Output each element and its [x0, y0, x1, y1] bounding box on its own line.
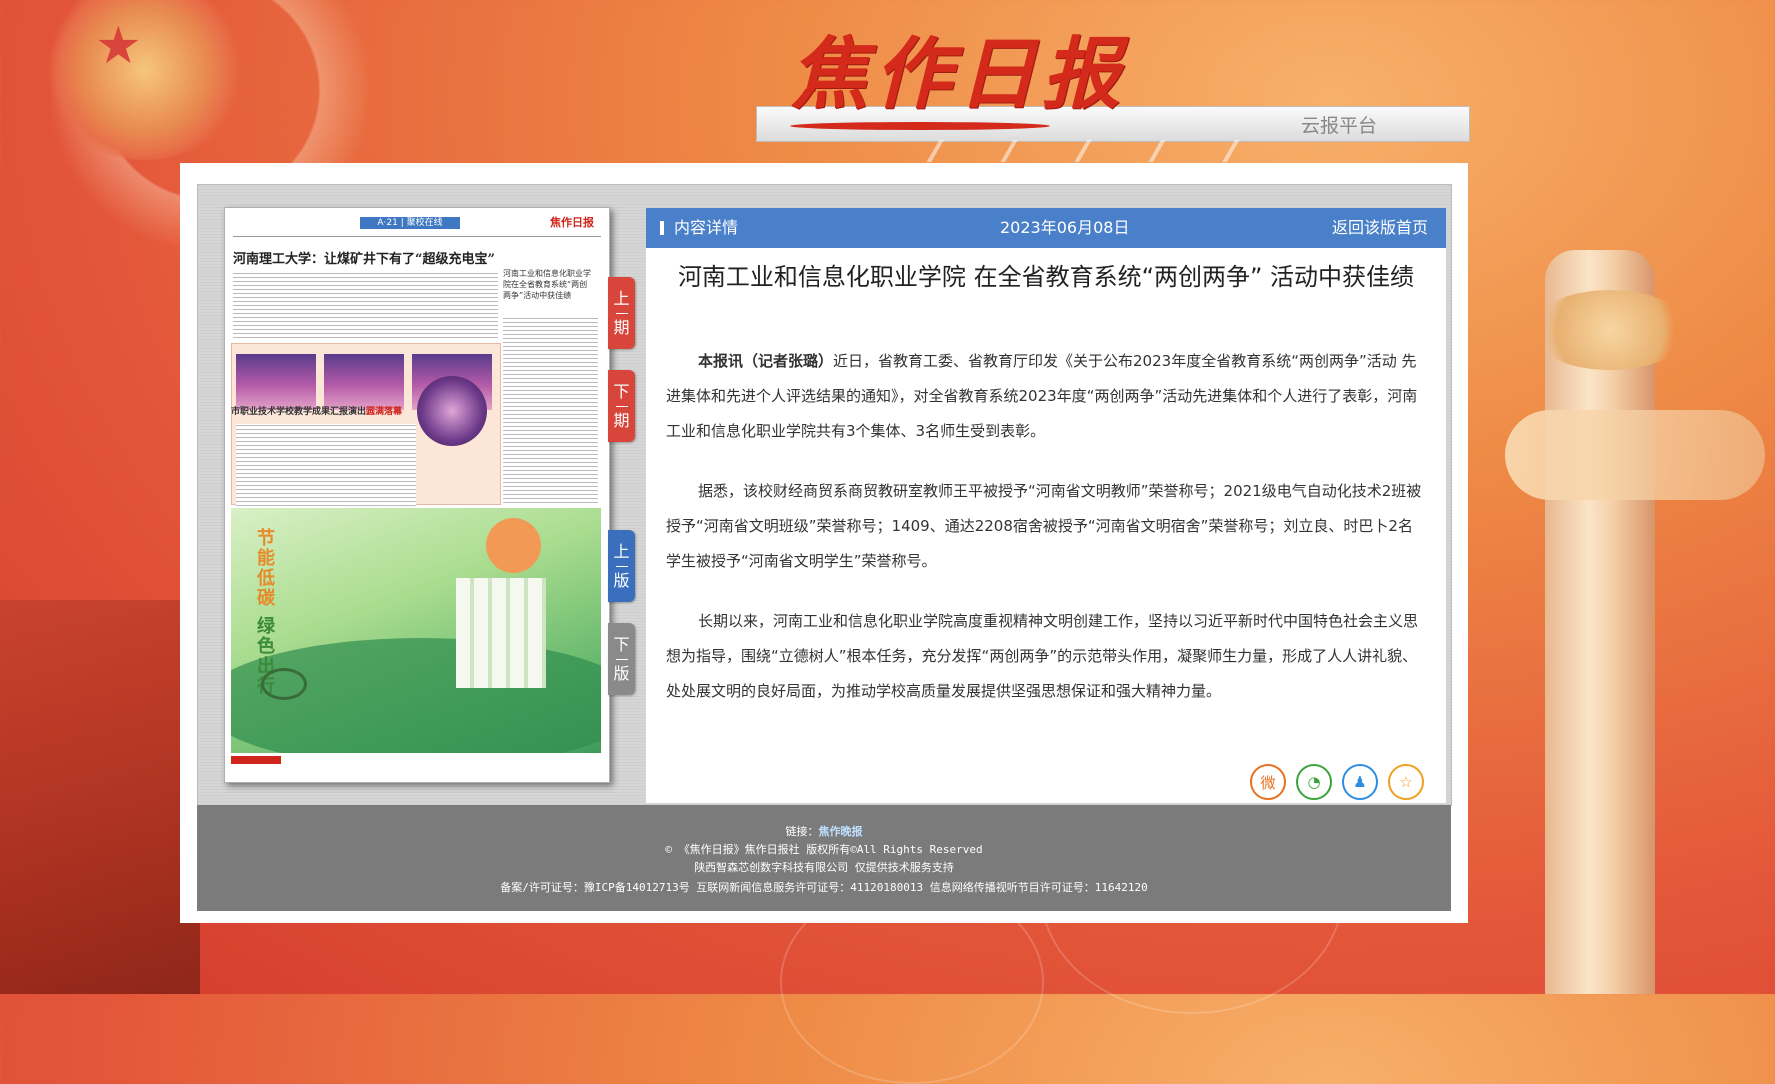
photo-caption: 市职业技术学校教学成果汇报演出圆满落幕: [231, 404, 402, 417]
article-paragraph: 据悉，该校财经商贸系商贸教研室教师王平被授予“河南省文明教师”荣誉称号；2021…: [666, 482, 1422, 570]
star-icon: ★: [95, 16, 142, 76]
article-panel: 内容详情 2023年06月08日 返回该版首页 河南工业和信息化职业学院 在全省…: [646, 208, 1446, 803]
performance-photo: [236, 354, 316, 410]
logo-swoosh: [790, 122, 1050, 130]
bicycle-icon: [261, 668, 307, 700]
article-hotspot-headline[interactable]: 河南理工大学：让煤矿井下有了“超级充电宝”: [233, 248, 495, 267]
tab-char: 下: [613, 634, 630, 654]
back-to-page-link[interactable]: 返回该版首页: [1332, 208, 1428, 248]
issue-date: 2023年06月08日: [1000, 218, 1130, 237]
license-text: 备案/许可证号：豫ICP备14012713号 互联网新闻信息服务许可证号：411…: [500, 881, 1148, 894]
tab-char: 下: [613, 381, 630, 401]
platform-subtitle: 云报平台: [1300, 115, 1377, 137]
article-title: 河南工业和信息化职业学院 在全省教育系统“两创两争” 活动中获佳绩: [677, 263, 1415, 291]
newspaper-logo[interactable]: 焦作日报: [790, 30, 1126, 120]
performance-photo-round: [417, 376, 487, 446]
mini-masthead: 焦作日报: [550, 216, 594, 229]
favorite-icon[interactable]: ☆: [1388, 764, 1424, 800]
article-hotspot-body[interactable]: [233, 272, 498, 338]
article-paragraph: 本报讯（记者张璐）近日，省教育工委、省教育厅印发《关于公布2023年度全省教育系…: [666, 344, 1426, 449]
weibo-icon[interactable]: 微: [1250, 764, 1286, 800]
tab-char: 期: [613, 410, 630, 430]
lead-byline: 本报讯（记者张璐）: [698, 352, 834, 370]
footer-links: 链接：焦作晚报: [197, 823, 1451, 841]
newspaper-page-thumbnail[interactable]: A·21 | 聚校在线 焦作日报 河南理工大学：让煤矿井下有了“超级充电宝” 河…: [224, 207, 610, 783]
article-hotspot-side-body[interactable]: [503, 318, 598, 503]
tab-char: 版: [613, 663, 630, 683]
tab-char: 上: [613, 288, 630, 308]
tab-char: 期: [613, 317, 630, 337]
content-detail-label: 内容详情: [660, 208, 738, 248]
article-paragraph: 长期以来，河南工业和信息化职业学院高度重视精神文明创建工作，坚持以习近平新时代中…: [666, 612, 1419, 700]
article-hotspot-side[interactable]: 河南工业和信息化职业学院在全省教育系统“两创两争”活动中获佳绩: [503, 268, 593, 301]
wechat-icon[interactable]: ◔: [1296, 764, 1332, 800]
header-stripes: [870, 140, 1290, 162]
performance-photo: [324, 354, 404, 410]
article-toolbar: 内容详情 2023年06月08日 返回该版首页: [646, 208, 1446, 248]
ad-slogan-a: 节能低碳: [254, 528, 275, 608]
huabiao-wing: [1505, 410, 1765, 500]
next-issue-tab[interactable]: 下期: [608, 370, 635, 442]
footer: 链接：焦作晚报 © 《焦作日报》焦作日报社 版权所有©All Rights Re…: [197, 805, 1451, 911]
great-wall-image: [0, 600, 200, 994]
huabiao-top: [1530, 290, 1690, 370]
article-hotspot-ad[interactable]: 节能低碳 绿色出行: [231, 508, 601, 753]
caption-main: 市职业技术学校教学成果汇报演出: [231, 407, 367, 417]
next-page-tab[interactable]: 下版: [608, 623, 635, 695]
edition-label: A·21 | 聚校在线: [360, 217, 460, 229]
photo-article-body: [236, 424, 416, 514]
tab-char: 版: [613, 570, 630, 590]
tech-support-text: 陕西智森芯创数字科技有限公司 仅提供技术服务支持: [694, 861, 954, 874]
evening-news-link[interactable]: 焦作晚报: [819, 825, 863, 838]
qq-icon[interactable]: ♟: [1342, 764, 1378, 800]
sun-illustration: [486, 518, 541, 573]
prev-page-tab[interactable]: 上版: [608, 530, 635, 602]
tab-char: 上: [613, 541, 630, 561]
prev-issue-tab[interactable]: 上期: [608, 277, 635, 349]
link-label: 链接：: [785, 825, 819, 838]
city-illustration: [456, 578, 546, 688]
page-footer-mark: [231, 756, 281, 764]
copyright-text: © 《焦作日报》焦作日报社 版权所有©All Rights Reserved: [665, 843, 983, 856]
caption-highlight: 圆满落幕: [366, 407, 403, 417]
